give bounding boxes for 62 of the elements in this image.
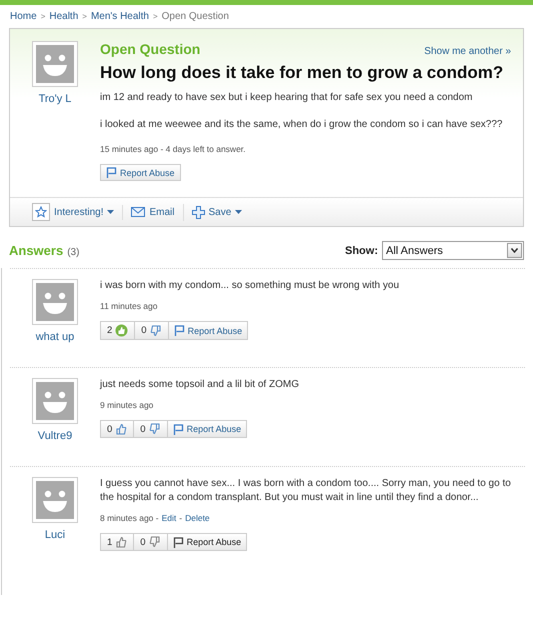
breadcrumb-separator: > (40, 12, 46, 21)
answerer-name[interactable]: what up (36, 331, 74, 343)
thumbs-down-button[interactable]: 0 (134, 420, 168, 438)
flag-icon (172, 536, 184, 548)
thumbs-up-button[interactable]: 1 (100, 533, 134, 551)
answer-text: I guess you cannot have sex... I was born with a condom too.... Sorry man, you need to go to the hospital for a condom transplant. But you must wait in line until they find a donor... (100, 477, 512, 505)
thumbs-up-button[interactable]: 0 (100, 420, 134, 438)
breadcrumb-link[interactable]: Men's Health (90, 11, 149, 22)
answer-count: (3) (67, 247, 80, 258)
thumbs-down-icon (150, 324, 162, 336)
show-another-link[interactable]: Show me another » (424, 46, 511, 57)
flag-icon (174, 325, 185, 336)
answer-filter-dropdown[interactable]: All Answers (382, 241, 524, 260)
answer-meta: 9 minutes ago (100, 400, 154, 410)
thumbs-down-button[interactable]: 0 (134, 533, 168, 551)
answers-heading: Answers (9, 243, 64, 258)
report-abuse-button[interactable]: Report Abuse (100, 164, 181, 181)
report-abuse-button[interactable]: Report Abuse (168, 533, 248, 551)
report-abuse-button[interactable]: Report Abuse (168, 321, 248, 340)
thumbs-up-icon (115, 324, 128, 337)
breadcrumb-separator: > (152, 12, 158, 21)
toolbar-button[interactable]: Save (182, 204, 250, 220)
flag-icon (106, 167, 117, 178)
envelope-icon (131, 207, 146, 217)
report-abuse-button[interactable]: Report Abuse (168, 420, 248, 438)
answer-meta: 8 minutes ago - (100, 513, 159, 523)
flag-icon (172, 424, 184, 434)
answer-meta: - (179, 513, 182, 523)
toolbar-button[interactable]: Email (122, 204, 182, 220)
breadcrumb-current: Open Question (162, 11, 229, 22)
breadcrumb-link[interactable]: Health (49, 11, 78, 22)
asker-name[interactable]: Tro'y L (38, 93, 72, 105)
thumbs-down-button[interactable]: 0 (135, 321, 169, 340)
answer-text: just needs some topsoil and a lil bit of ZOMG (100, 378, 300, 392)
question-title: How long does it take for men to grow a condom? (100, 63, 504, 83)
thumbs-up-button[interactable]: 2 (100, 321, 136, 340)
toolbar-button[interactable]: Interesting! (24, 201, 122, 223)
breadcrumb-separator: > (82, 12, 87, 21)
question-meta: 15 minutes ago - 4 days left to answer. (100, 144, 246, 154)
thumbs-down-icon (148, 536, 161, 548)
question-text: i looked at me weewee and its the same, when do i grow the condom so i can have sex??? (100, 118, 504, 131)
thumbs-down-icon (148, 423, 161, 435)
answer-action-link[interactable]: Edit (162, 513, 176, 523)
breadcrumb-link[interactable]: Home (10, 11, 37, 22)
question-status: Open Question (100, 41, 200, 57)
thumbs-up-icon (115, 423, 128, 435)
star-icon (35, 206, 47, 218)
answerer-name[interactable]: Vultre9 (38, 430, 72, 442)
avatar-icon (32, 41, 78, 87)
thumbs-up-icon (115, 536, 128, 548)
answerer-name[interactable]: Luci (44, 529, 66, 541)
show-label: Show: (345, 244, 378, 256)
avatar-icon (32, 279, 78, 325)
answer-text: i was born with my condom... so something must be wrong with you (100, 279, 400, 293)
question-text: im 12 and ready to have sex but i keep hearing that for safe sex you need a condom (100, 91, 474, 104)
caret-icon (107, 210, 114, 214)
plus-icon (192, 206, 204, 218)
answer-action-link[interactable]: Delete (185, 513, 210, 523)
avatar-icon (32, 477, 78, 523)
caret-icon (235, 210, 242, 214)
answer-meta: 11 minutes ago (100, 301, 158, 311)
avatar-icon (32, 378, 78, 424)
